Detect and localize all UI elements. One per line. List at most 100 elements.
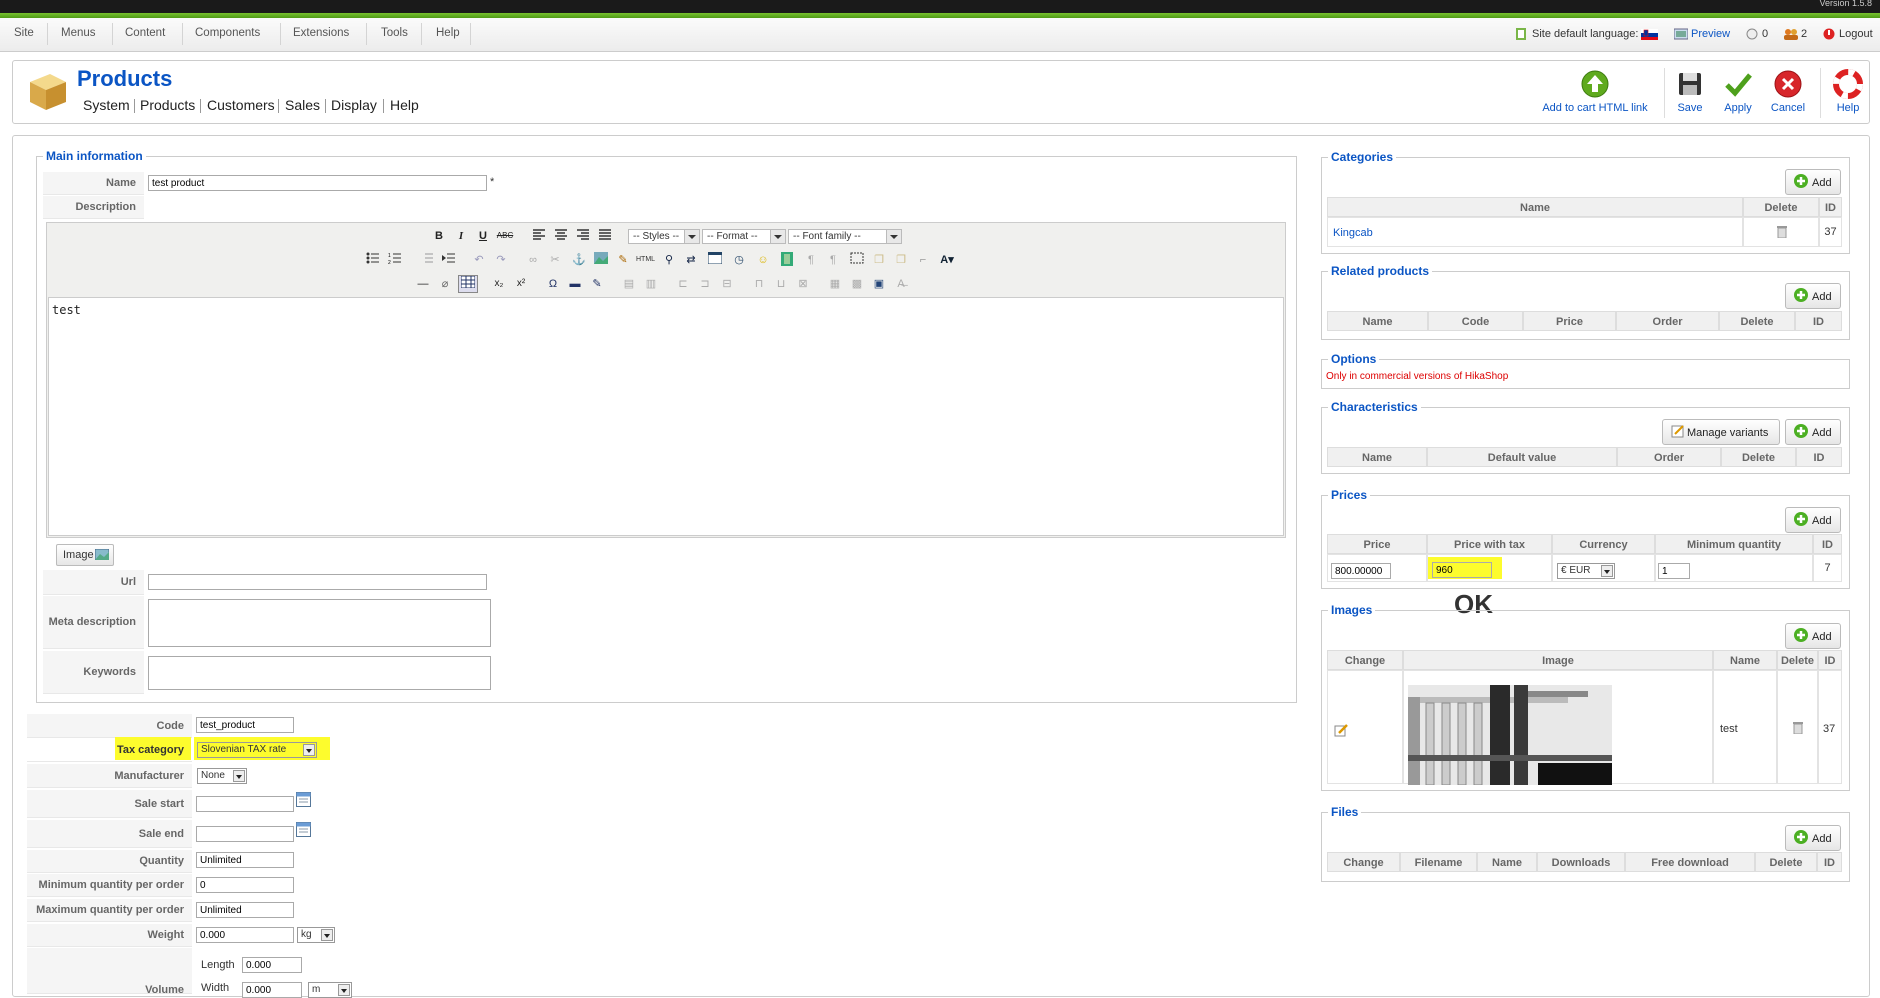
edit-pencil-icon[interactable] xyxy=(1334,723,1348,740)
align-left-icon[interactable] xyxy=(530,228,548,244)
category-name-link[interactable]: Kingcab xyxy=(1333,227,1373,239)
strikethrough-icon[interactable]: ABC xyxy=(496,228,514,244)
nonbreaking-icon[interactable]: ▬ xyxy=(566,276,584,292)
outdent-icon[interactable] xyxy=(418,252,436,268)
media-icon[interactable] xyxy=(778,252,796,268)
row-props-icon[interactable]: ▤ xyxy=(620,276,638,292)
undo-icon[interactable]: ↶ xyxy=(470,252,488,268)
code-input[interactable] xyxy=(196,717,294,733)
price-with-tax-input[interactable] xyxy=(1432,562,1492,578)
sale-start-input[interactable] xyxy=(196,796,294,812)
weight-unit-select[interactable]: kg xyxy=(297,927,335,943)
style-props-icon[interactable]: A̶ xyxy=(892,276,910,292)
menu-components[interactable]: Components xyxy=(195,27,260,39)
images-add-button[interactable]: Add xyxy=(1785,623,1841,649)
underline-icon[interactable]: U xyxy=(474,228,492,244)
calendar-icon[interactable] xyxy=(296,822,311,840)
submenu-system[interactable]: System xyxy=(83,97,130,113)
align-center-icon[interactable] xyxy=(552,228,570,244)
currency-select[interactable]: € EUR xyxy=(1557,563,1615,579)
font-family-select[interactable]: -- Font family -- xyxy=(788,229,902,244)
slovenian-flag-icon[interactable] xyxy=(1641,29,1658,43)
prices-add-button[interactable]: Add xyxy=(1785,507,1841,533)
menu-site[interactable]: Site xyxy=(14,27,34,39)
styles-select[interactable]: -- Styles -- xyxy=(628,229,700,244)
cell-props-icon[interactable]: ▥ xyxy=(642,276,660,292)
cancel-button[interactable]: Cancel xyxy=(1766,69,1810,114)
save-button[interactable]: Save xyxy=(1670,69,1710,114)
volume-unit-select[interactable]: m xyxy=(308,982,352,998)
row-after-icon[interactable]: ⊐ xyxy=(696,276,714,292)
apply-button[interactable]: Apply xyxy=(1716,69,1760,114)
emoticons-icon[interactable]: ☺ xyxy=(754,252,772,268)
submenu-help[interactable]: Help xyxy=(390,97,419,113)
width-input[interactable] xyxy=(242,982,302,998)
unlink-icon[interactable]: ✂ xyxy=(546,252,564,268)
bold-icon[interactable]: B xyxy=(430,228,448,244)
add-to-cart-link-button[interactable]: Add to cart HTML link xyxy=(1540,69,1650,114)
indent-icon[interactable] xyxy=(440,252,458,268)
files-add-button[interactable]: Add xyxy=(1785,825,1841,851)
col-after-icon[interactable]: ⊔ xyxy=(772,276,790,292)
redo-icon[interactable]: ↷ xyxy=(492,252,510,268)
rtl-icon[interactable]: ¶ xyxy=(824,252,842,268)
copy-icon[interactable]: ❐ xyxy=(870,252,888,268)
delete-col-icon[interactable]: ⊠ xyxy=(794,276,812,292)
table-icon[interactable] xyxy=(458,275,478,293)
submenu-customers[interactable]: Customers xyxy=(207,97,275,113)
image-insert-button[interactable]: Image xyxy=(56,544,114,566)
fullscreen-icon[interactable] xyxy=(848,252,866,268)
split-cells-icon[interactable]: ▦ xyxy=(826,276,844,292)
meta-description-textarea[interactable] xyxy=(148,599,491,647)
related-add-button[interactable]: Add xyxy=(1785,283,1841,309)
align-justify-icon[interactable] xyxy=(596,228,614,244)
manufacturer-select[interactable]: None xyxy=(197,768,247,784)
anchor-icon[interactable]: ⚓ xyxy=(570,252,588,268)
link-icon[interactable]: ∞ xyxy=(524,252,542,268)
ltr-icon[interactable]: ¶ xyxy=(802,252,820,268)
insert-date-icon[interactable] xyxy=(706,251,724,268)
menu-extensions[interactable]: Extensions xyxy=(293,27,349,39)
help-button[interactable]: Help xyxy=(1828,69,1868,114)
menu-menus[interactable]: Menus xyxy=(61,27,96,39)
font-color-icon[interactable]: A▾ xyxy=(938,252,956,268)
find-icon[interactable]: ⚲ xyxy=(660,252,678,268)
superscript-icon[interactable]: x² xyxy=(512,276,530,292)
preview-doc-icon[interactable]: ▣ xyxy=(870,276,888,292)
remove-format-icon[interactable]: ⌀ xyxy=(436,276,454,292)
numbered-list-icon[interactable]: 12 xyxy=(386,252,404,268)
replace-icon[interactable]: ⇄ xyxy=(682,252,700,268)
tax-category-select[interactable]: Slovenian TAX rate xyxy=(197,742,317,758)
italic-icon[interactable]: I xyxy=(452,228,470,244)
preview-link[interactable]: Preview xyxy=(1691,28,1730,40)
submenu-products[interactable]: Products xyxy=(140,97,195,113)
col-before-icon[interactable]: ⊓ xyxy=(750,276,768,292)
price-input[interactable] xyxy=(1331,563,1391,579)
cleanup-icon[interactable]: ✎ xyxy=(614,252,632,268)
align-right-icon[interactable] xyxy=(574,228,592,244)
users-count[interactable]: 2 xyxy=(1801,28,1807,40)
bullet-list-icon[interactable] xyxy=(364,252,382,268)
max-quantity-input[interactable] xyxy=(196,902,294,918)
messages-count[interactable]: 0 xyxy=(1762,28,1768,40)
crop-icon[interactable]: ⌐ xyxy=(914,252,932,268)
keywords-textarea[interactable] xyxy=(148,656,491,690)
row-before-icon[interactable]: ⊏ xyxy=(674,276,692,292)
editor-content-area[interactable]: test xyxy=(48,297,1284,536)
subscript-icon[interactable]: x₂ xyxy=(490,276,508,292)
weight-input[interactable] xyxy=(196,927,294,943)
submenu-sales[interactable]: Sales xyxy=(285,97,320,113)
logout-link[interactable]: Logout xyxy=(1839,28,1873,40)
length-input[interactable] xyxy=(242,957,302,973)
insert-time-icon[interactable]: ◷ xyxy=(730,252,748,268)
paste-icon[interactable]: ❐ xyxy=(892,252,910,268)
format-select[interactable]: -- Format -- xyxy=(702,229,786,244)
menu-tools[interactable]: Tools xyxy=(381,27,408,39)
edit-css-icon[interactable]: ✎ xyxy=(588,276,606,292)
calendar-icon[interactable] xyxy=(296,792,311,810)
merge-cells-icon[interactable]: ▩ xyxy=(848,276,866,292)
characteristics-add-button[interactable]: Add xyxy=(1785,419,1841,445)
submenu-display[interactable]: Display xyxy=(331,97,377,113)
min-qty-input[interactable] xyxy=(1658,563,1690,579)
quantity-input[interactable] xyxy=(196,852,294,868)
